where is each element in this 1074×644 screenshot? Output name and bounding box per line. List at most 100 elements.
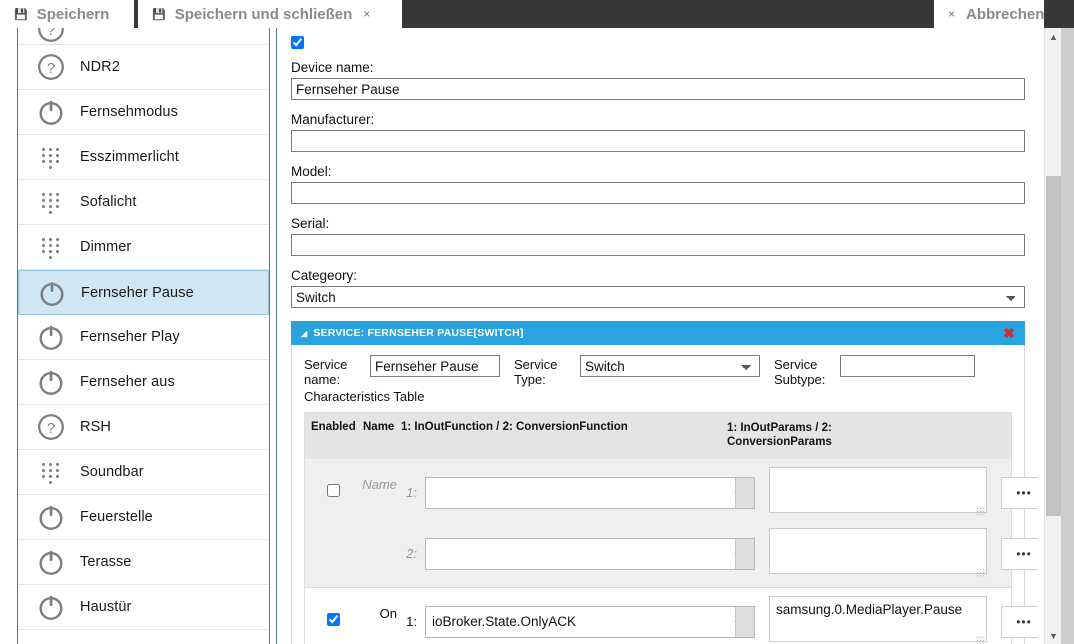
keypad-dots-icon-glyph	[39, 236, 63, 260]
params-textarea[interactable]	[769, 528, 987, 574]
delete-service-icon[interactable]: ✖	[1003, 326, 1015, 340]
params-textarea[interactable]	[769, 467, 987, 513]
category-label: Categeory:	[291, 268, 358, 283]
question-circle-icon: ?	[36, 28, 66, 44]
close-icon[interactable]: ×	[363, 7, 370, 21]
svg-text:?: ?	[47, 60, 55, 77]
function-select-wrapper	[425, 537, 755, 570]
keypad-dots-icon	[36, 457, 66, 487]
sidebar-item-haustür[interactable]: Haustür	[18, 585, 269, 630]
row-name-label: Name	[362, 477, 397, 492]
sidebar-item-feuerstelle[interactable]: Feuerstelle	[18, 495, 269, 540]
sidebar-item-fernseher-play[interactable]: Fernseher Play	[18, 315, 269, 360]
editor-body: ? Antenne? NDR2 Fernsehmodus Esszimmerlicht S…	[0, 28, 1074, 644]
sidebar-item-rsh[interactable]: ? RSH	[18, 405, 269, 450]
question-circle-icon: ?	[36, 412, 66, 442]
manufacturer-label: Manufacturer:	[291, 112, 375, 127]
close-icon: ×	[948, 7, 956, 21]
service-subtype-input[interactable]	[840, 355, 975, 377]
row-enabled-checkbox[interactable]	[326, 484, 340, 497]
model-label: Model:	[291, 164, 332, 179]
table-row: Name 1: ••• 2: •••	[305, 459, 1038, 588]
serial-label: Serial:	[291, 216, 330, 231]
inner-vertical-scrollbar[interactable]: ▲ ▼	[1044, 28, 1061, 644]
sidebar-item-label: Fernseher Play	[80, 329, 180, 345]
sidebar-item-sofalicht[interactable]: Sofalicht	[18, 180, 269, 225]
row-enabled-checkbox[interactable]	[326, 613, 340, 626]
function-select[interactable]: ioBroker.State.OnlyACK	[425, 605, 755, 638]
power-icon-svg	[40, 280, 64, 306]
sidebar-item-esszimmerlicht[interactable]: Esszimmerlicht	[18, 135, 269, 180]
power-icon	[36, 502, 66, 532]
sidebar-item-fernseher-aus[interactable]: Fernseher aus	[18, 360, 269, 405]
service-panel-header[interactable]: ◢ SERVICE: FERNSEHER PAUSE[SWITCH] ✖	[291, 321, 1025, 345]
keypad-dots-icon	[36, 142, 66, 172]
service-panel-body: Service name: Service Type: Switch Servi…	[291, 345, 1038, 644]
column-header-enabled: Enabled	[311, 421, 356, 433]
power-icon	[36, 97, 66, 127]
power-icon-svg	[39, 504, 63, 530]
svg-text:?: ?	[47, 420, 55, 437]
floppy-icon: 💾	[152, 8, 166, 21]
row-line-index: 2:	[406, 546, 417, 561]
params-textarea[interactable]	[769, 596, 987, 642]
sidebar-item-label: Fernseher Pause	[81, 284, 194, 301]
sidebar-item-label: Terasse	[80, 554, 132, 570]
params-textarea-wrapper	[769, 528, 987, 579]
svg-text:?: ?	[47, 28, 55, 39]
more-options-button[interactable]: •••	[1001, 476, 1038, 509]
sidebar-item-dimmer[interactable]: Dimmer	[18, 225, 269, 270]
function-select-wrapper	[425, 476, 755, 509]
service-type-select[interactable]: Switch	[580, 355, 760, 377]
service-panel-title: SERVICE: FERNSEHER PAUSE[SWITCH]	[313, 327, 524, 339]
power-icon-svg	[39, 549, 63, 575]
params-textarea-wrapper	[769, 467, 987, 518]
keypad-dots-icon-glyph	[39, 146, 63, 170]
device-name-input[interactable]	[291, 78, 1025, 100]
row-name-label: On	[379, 606, 397, 621]
row-line-index: 1:	[406, 485, 417, 500]
save-button[interactable]: 💾 Speichern	[0, 0, 134, 28]
scroll-down-icon[interactable]: ▼	[1045, 627, 1062, 644]
service-name-input[interactable]	[370, 355, 500, 377]
keypad-dots-icon	[36, 232, 66, 262]
sidebar-item-terasse[interactable]: Terasse	[18, 540, 269, 585]
model-input[interactable]	[291, 182, 1025, 204]
question-circle-icon-svg: ?	[38, 414, 64, 440]
sidebar-item-soundbar[interactable]: Soundbar	[18, 450, 269, 495]
scroll-up-icon[interactable]: ▲	[1045, 28, 1062, 45]
sidebar-item-label: Fernsehmodus	[80, 104, 178, 120]
function-select[interactable]	[425, 537, 755, 570]
sidebar-item-fernseher-pause[interactable]: Fernseher Pause	[18, 270, 269, 315]
outer-vertical-scrollbar[interactable]	[1061, 28, 1074, 644]
sidebar-item-antenne[interactable]: ? Antenne	[18, 28, 269, 45]
row-lines: 1: ioBroker.State.OnlyACK •••	[403, 596, 1038, 644]
column-header-function: 1: InOutFunction / 2: ConversionFunction	[401, 421, 628, 433]
characteristics-table-title: Characteristics Table	[304, 389, 425, 404]
column-header-params-line1: 1: InOutParams / 2:	[727, 422, 832, 434]
more-options-button[interactable]: •••	[1001, 605, 1038, 638]
sidebar-item-label: RSH	[80, 419, 111, 435]
sidebar-item-fernsehmodus[interactable]: Fernsehmodus	[18, 90, 269, 135]
table-row: On 1: ioBroker.State.OnlyACK •••	[305, 588, 1038, 644]
sidebar-item-ndr2[interactable]: ? NDR2	[18, 45, 269, 90]
more-options-button[interactable]: •••	[1001, 537, 1038, 570]
sidebar-item-label: Esszimmerlicht	[80, 149, 179, 165]
function-select[interactable]	[425, 476, 755, 509]
column-header-params-line2: ConversionParams	[727, 436, 832, 448]
service-type-label: Service Type:	[514, 357, 558, 387]
serial-input[interactable]	[291, 234, 1025, 256]
sidebar-item-label: Feuerstelle	[80, 509, 153, 525]
power-icon	[36, 547, 66, 577]
sidebar-item-label: Soundbar	[80, 464, 144, 480]
toolbar-right-filler	[1044, 0, 1074, 28]
category-select[interactable]: Switch	[291, 286, 1025, 308]
manufacturer-input[interactable]	[291, 130, 1025, 152]
power-icon-svg	[39, 99, 63, 125]
save-and-close-button[interactable]: 💾 Speichern und schließen ×	[138, 0, 402, 28]
characteristics-table: Enabled Name 1: InOutFunction / 2: Conve…	[304, 412, 1038, 644]
collapse-caret-icon[interactable]: ◢	[301, 329, 307, 338]
device-enabled-checkbox[interactable]	[291, 36, 304, 50]
inner-scrollbar-thumb[interactable]	[1046, 176, 1061, 516]
device-list-sidebar[interactable]: ? Antenne? NDR2 Fernsehmodus Esszimmerlicht S…	[17, 28, 270, 644]
